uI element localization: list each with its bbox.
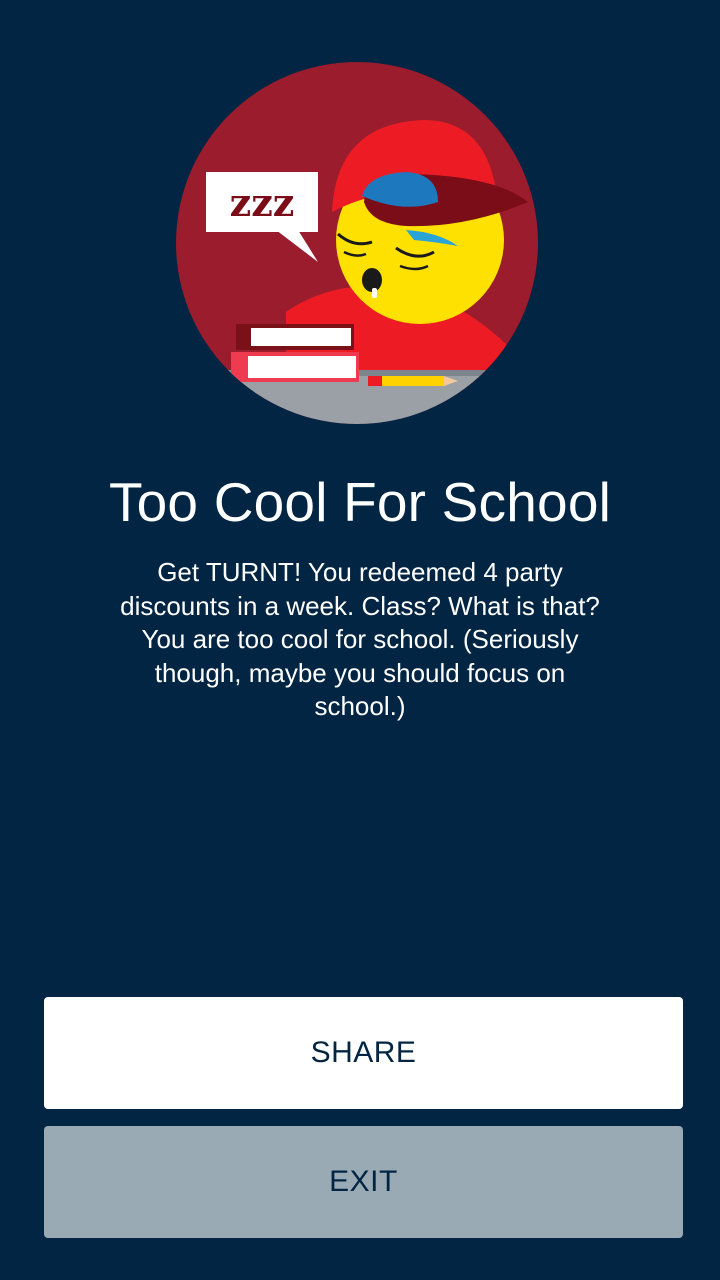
exit-button[interactable]: EXIT <box>44 1126 683 1238</box>
share-button[interactable]: SHARE <box>44 997 683 1109</box>
achievement-description: Get TURNT! You redeemed 4 party discount… <box>120 557 600 721</box>
achievement-title: Too Cool For School <box>108 471 612 533</box>
speech-bubble-text: zzz <box>230 180 295 225</box>
achievement-screen: zzz Too Cool For School Get TURNT! You r… <box>0 0 720 1280</box>
sleeping-student-icon: zzz <box>176 62 538 424</box>
share-button-label: SHARE <box>310 1036 417 1069</box>
achievement-badge: zzz <box>176 62 538 424</box>
exit-button-label: EXIT <box>329 1165 398 1198</box>
